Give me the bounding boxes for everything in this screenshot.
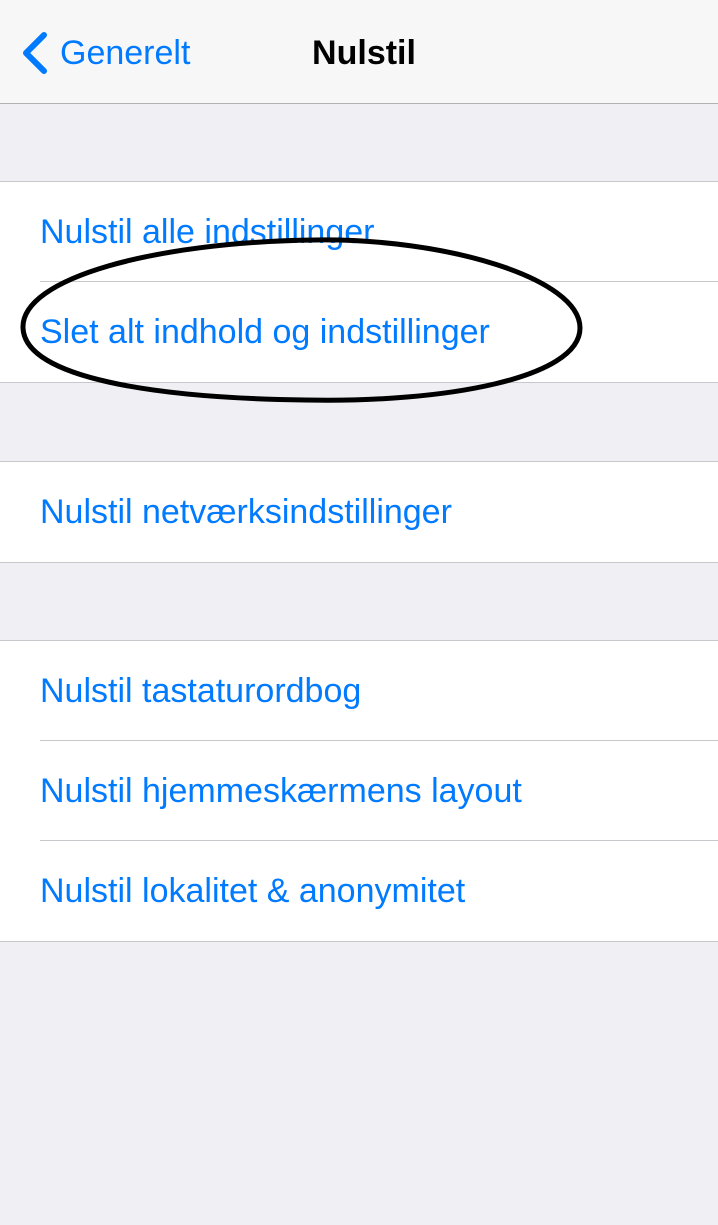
reset-network-settings-label: Nulstil netværksindstillinger — [40, 493, 452, 531]
reset-location-privacy-label: Nulstil lokalitet & anonymitet — [40, 872, 466, 910]
reset-location-privacy-row[interactable]: Nulstil lokalitet & anonymitet — [0, 841, 718, 941]
erase-all-content-row[interactable]: Slet alt indhold og indstillinger — [0, 282, 718, 382]
reset-all-settings-row[interactable]: Nulstil alle indstillinger — [0, 182, 718, 282]
reset-network-settings-row[interactable]: Nulstil netværksindstillinger — [0, 462, 718, 562]
reset-home-screen-layout-row[interactable]: Nulstil hjemmeskærmens layout — [0, 741, 718, 841]
reset-keyboard-dictionary-label: Nulstil tastaturordbog — [40, 672, 362, 710]
reset-group-other: Nulstil tastaturordbog Nulstil hjemmeskæ… — [0, 640, 718, 942]
reset-keyboard-dictionary-row[interactable]: Nulstil tastaturordbog — [0, 641, 718, 741]
erase-all-content-label: Slet alt indhold og indstillinger — [40, 313, 490, 351]
navigation-bar: Generelt Nulstil — [0, 0, 718, 104]
reset-group-general: Nulstil alle indstillinger Slet alt indh… — [0, 181, 718, 383]
reset-all-settings-label: Nulstil alle indstillinger — [40, 213, 375, 251]
reset-home-screen-layout-label: Nulstil hjemmeskærmens layout — [40, 772, 522, 810]
page-title: Nulstil — [312, 34, 416, 72]
reset-group-network: Nulstil netværksindstillinger — [0, 461, 718, 563]
settings-screen: Generelt Nulstil Nulstil alle indstillin… — [0, 0, 718, 1225]
